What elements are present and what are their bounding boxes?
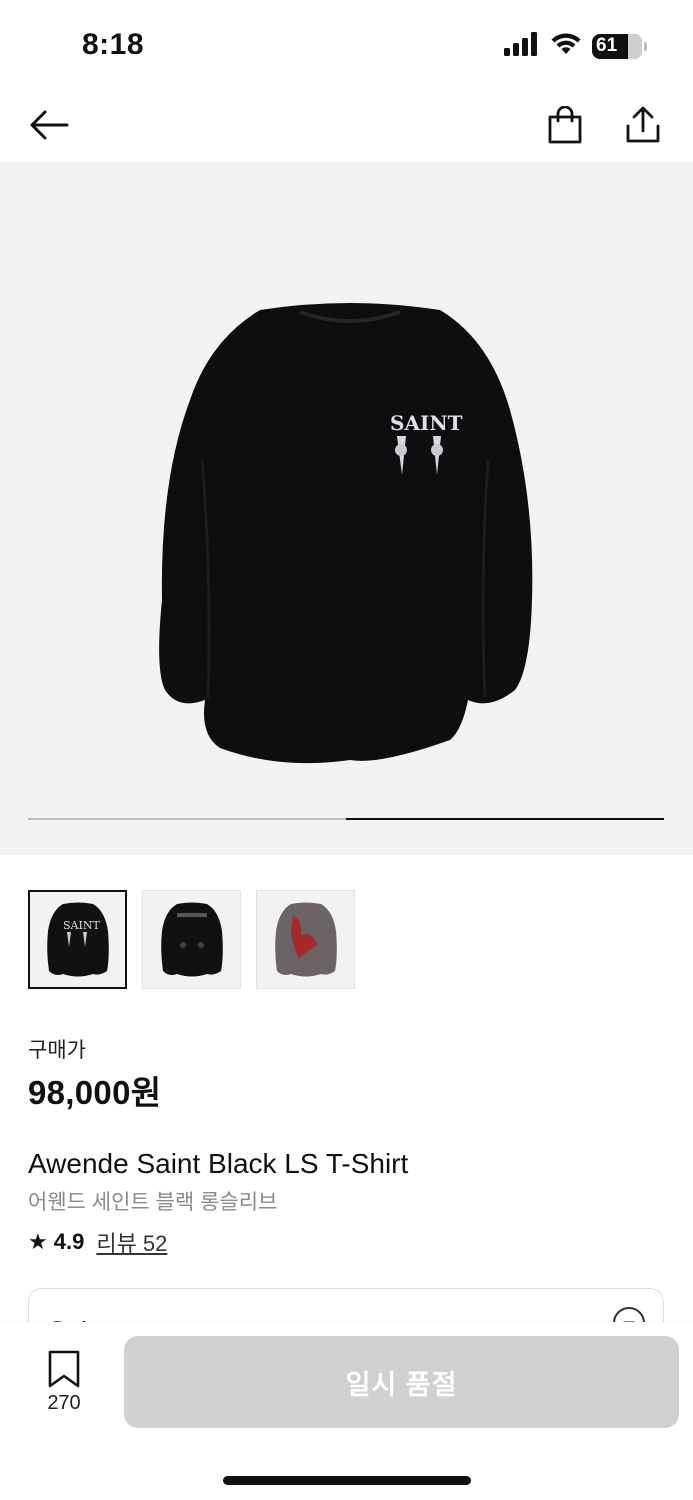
status-time: 8:18 xyxy=(82,28,145,61)
thumbnail-item[interactable] xyxy=(256,890,355,989)
home-indicator[interactable] xyxy=(223,1476,471,1485)
cart-button[interactable] xyxy=(540,100,590,150)
svg-text:SAINT: SAINT xyxy=(390,411,463,435)
shopping-bag-icon xyxy=(548,106,582,144)
bottom-bar: 270 일시 품절 xyxy=(0,1322,693,1500)
thumbnail-list: SAINT xyxy=(28,890,355,989)
status-bar: 8:18 61 xyxy=(0,0,693,92)
wifi-icon xyxy=(550,32,582,61)
back-arrow-icon xyxy=(30,110,69,140)
signal-icon xyxy=(504,31,540,61)
product-title: Awende Saint Black LS T-Shirt xyxy=(28,1148,409,1179)
product-image: SAINT xyxy=(159,303,533,764)
wish-button[interactable]: 270 xyxy=(38,1350,90,1415)
battery-cap xyxy=(644,41,647,51)
review-link[interactable]: 리뷰 52 xyxy=(96,1226,167,1258)
price-label: 구매가 xyxy=(28,1039,86,1062)
wish-count: 270 xyxy=(47,1392,81,1414)
pager-track xyxy=(28,818,346,820)
battery-level: 61 xyxy=(596,35,618,56)
rating-value: 4.9 xyxy=(53,1229,85,1254)
pager-active xyxy=(346,818,664,820)
thumbnail-image: SAINT xyxy=(46,902,109,976)
thumbnail-image xyxy=(274,902,337,976)
price-value: 98,000원 xyxy=(28,1074,162,1111)
product-subtitle: 어웬드 세인트 블랙 롱슬리브 xyxy=(28,1191,278,1214)
share-button[interactable] xyxy=(618,100,668,150)
carousel-pager xyxy=(28,818,664,820)
soldout-button[interactable]: 일시 품절 xyxy=(124,1336,679,1428)
status-icons: 61 xyxy=(504,31,647,61)
rating-row: ★ 4.9 리뷰 52 xyxy=(28,1226,167,1258)
bookmark-icon xyxy=(48,1350,80,1388)
battery-icon: 61 xyxy=(592,33,642,59)
nav-bar xyxy=(0,92,693,162)
product-image-carousel[interactable]: SAINT xyxy=(0,162,693,855)
star-icon: ★ xyxy=(28,1229,48,1254)
thumbnail-image xyxy=(160,902,223,976)
thumbnail-item[interactable]: SAINT xyxy=(28,890,127,989)
svg-text:SAINT: SAINT xyxy=(63,919,100,932)
thumbnail-item[interactable] xyxy=(142,890,241,989)
back-button[interactable] xyxy=(24,100,74,150)
share-icon xyxy=(626,106,660,143)
